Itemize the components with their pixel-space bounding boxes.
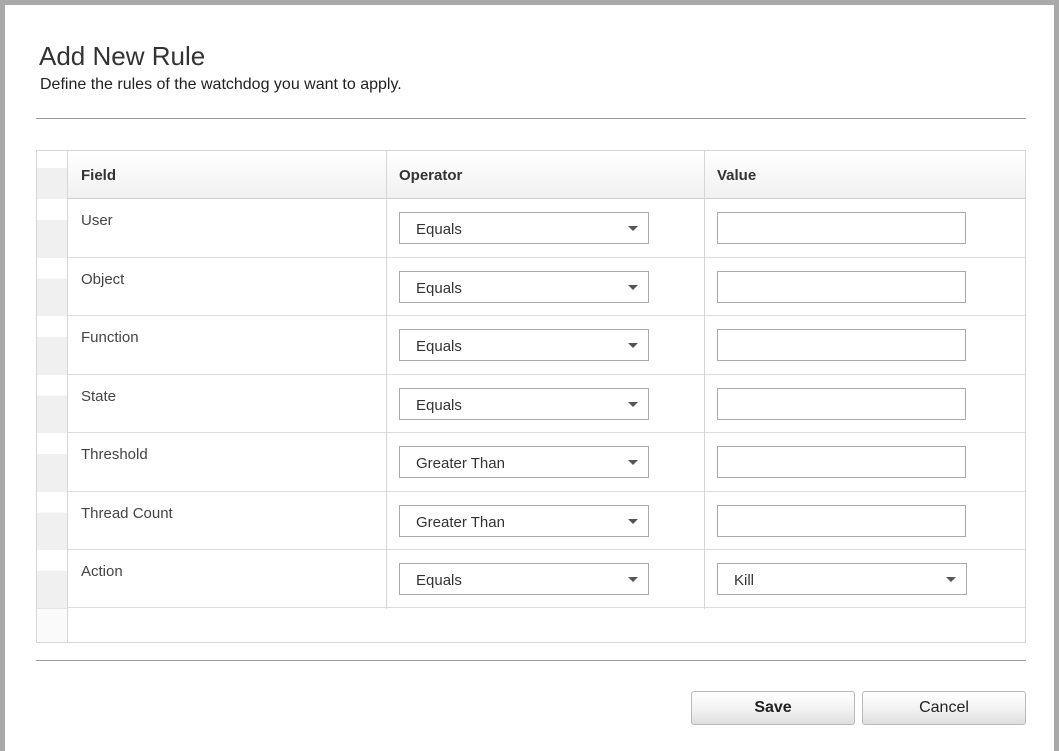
operator-selected: Greater Than	[416, 514, 505, 531]
operator-selected: Equals	[416, 221, 462, 238]
row-selector[interactable]	[37, 375, 67, 434]
save-button[interactable]: Save	[691, 691, 855, 725]
dropdown-caret-icon	[628, 402, 638, 407]
operator-select[interactable]: Equals	[399, 388, 649, 420]
gutter-header-cell	[37, 151, 67, 200]
action-value-select[interactable]: Kill	[717, 563, 967, 595]
dialog-title: Add New Rule	[39, 41, 206, 71]
value-input[interactable]	[717, 505, 966, 537]
operator-select[interactable]: Greater Than	[399, 446, 649, 478]
dropdown-caret-icon	[628, 285, 638, 290]
dialog-subtitle: Define the rules of the watchdog you wan…	[40, 76, 402, 93]
field-label: Threshold	[81, 446, 148, 463]
table-row: Function Equals	[68, 316, 1025, 375]
add-rule-dialog: Add New Rule Define the rules of the wat…	[5, 5, 1054, 751]
operator-selected: Greater Than	[416, 455, 505, 472]
table-row: Threshold Greater Than	[68, 433, 1025, 492]
row-selector[interactable]	[37, 258, 67, 317]
row-selector[interactable]	[37, 550, 67, 609]
dropdown-caret-icon	[628, 577, 638, 582]
field-label: Function	[81, 329, 139, 346]
table-row: State Equals	[68, 375, 1025, 433]
dropdown-caret-icon	[628, 460, 638, 465]
column-header-operator[interactable]: Operator	[386, 151, 704, 199]
field-label: State	[81, 388, 117, 405]
row-selector[interactable]	[37, 316, 67, 376]
value-input[interactable]	[717, 271, 966, 303]
field-label: User	[81, 212, 113, 229]
operator-select[interactable]: Equals	[399, 212, 649, 244]
column-separator	[386, 151, 387, 609]
table-row: User Equals	[68, 199, 1025, 258]
operator-selected: Equals	[416, 280, 462, 297]
value-input[interactable]	[717, 446, 966, 478]
header-divider	[36, 118, 1026, 119]
operator-selected: Equals	[416, 338, 462, 355]
operator-selected: Equals	[416, 572, 462, 589]
field-label: Object	[81, 271, 125, 288]
value-input[interactable]	[717, 212, 966, 244]
operator-select[interactable]: Equals	[399, 563, 649, 595]
dropdown-caret-icon	[628, 226, 638, 231]
row-selector[interactable]	[37, 433, 67, 493]
dropdown-caret-icon	[628, 519, 638, 524]
table-row: Action Equals Kill	[68, 550, 1025, 608]
table-row: Thread Count Greater Than	[68, 492, 1025, 550]
dropdown-caret-icon	[628, 343, 638, 348]
column-header-value[interactable]: Value	[704, 151, 1025, 199]
column-separator	[704, 151, 705, 609]
column-header-field[interactable]: Field	[68, 151, 386, 199]
field-label: Action	[81, 563, 123, 580]
footer-divider	[36, 660, 1026, 661]
dropdown-caret-icon	[946, 577, 956, 582]
value-input[interactable]	[717, 388, 966, 420]
row-selector[interactable]	[37, 492, 67, 551]
row-selector-gutter	[37, 151, 68, 642]
operator-select[interactable]: Equals	[399, 271, 649, 303]
operator-select[interactable]: Equals	[399, 329, 649, 361]
value-input[interactable]	[717, 329, 966, 361]
field-label: Thread Count	[81, 505, 173, 522]
operator-select[interactable]: Greater Than	[399, 505, 649, 537]
operator-selected: Equals	[416, 397, 462, 414]
cancel-button[interactable]: Cancel	[862, 691, 1026, 725]
row-selector[interactable]	[37, 199, 67, 259]
table-row: Object Equals	[68, 258, 1025, 316]
action-value-selected: Kill	[734, 572, 755, 589]
rules-grid: Field Operator Value User Equals Object …	[36, 150, 1026, 643]
